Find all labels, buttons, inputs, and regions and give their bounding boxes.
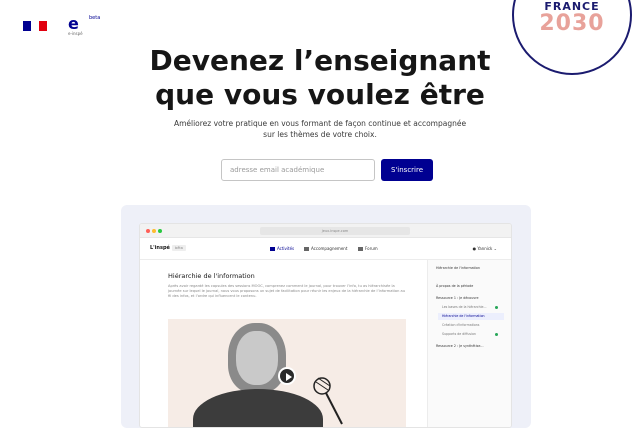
- nav-activites-label: Activités: [277, 246, 295, 251]
- subscribe-button[interactable]: S'inscrire: [381, 159, 433, 181]
- hero-title-line1: Devenez l’enseignant: [149, 44, 491, 77]
- close-dot-icon: [146, 229, 150, 233]
- hero-title: Devenez l’enseignant que vous voulez êtr…: [120, 44, 520, 112]
- nav-accompagnement-label: Accompagnement: [311, 246, 348, 251]
- nav-forum: Forum: [358, 246, 378, 251]
- people-icon: [304, 247, 309, 251]
- french-flag-icon: [23, 21, 47, 31]
- sidebar-group-1: Ressource 1 : Je découvre: [436, 296, 479, 300]
- sidebar-item-label: Les bases de la hiérarchie...: [442, 305, 487, 309]
- email-input[interactable]: [221, 159, 375, 181]
- presenter-body: [193, 389, 323, 427]
- sidebar-item-label: Hiérarchie de l'information: [442, 314, 485, 318]
- sidebar-item-label: Création d'informations: [442, 323, 480, 327]
- browser-chrome: jeux.inspe.com: [140, 224, 511, 238]
- sidebar-item: Supports de diffusion: [442, 331, 504, 338]
- logo-caption: e-inspé: [68, 31, 83, 36]
- user-menu: ● Yannick ⌄: [472, 246, 497, 251]
- forum-icon: [358, 247, 363, 251]
- sidebar-item: Les bases de la hiérarchie...: [442, 304, 504, 311]
- lesson-title: Hiérarchie de l'information: [168, 272, 255, 280]
- badge-year-text: 2030: [539, 11, 605, 36]
- maximize-dot-icon: [158, 229, 162, 233]
- sidebar-group-2: Ressource 2 : Je synthétise...: [436, 344, 484, 348]
- sidebar-item: Création d'informations: [442, 322, 504, 329]
- url-bar: jeux.inspe.com: [260, 227, 410, 235]
- sidebar-item: Hiérarchie de l'information: [438, 313, 504, 320]
- sidebar-section-title: À propos de la période: [436, 284, 474, 288]
- minimize-dot-icon: [152, 229, 156, 233]
- microphone-illustration-icon: [313, 377, 343, 425]
- lesson-sidebar: Hiérarchie de l'information À propos de …: [427, 260, 511, 427]
- hero-subtitle-line2: sur les thèmes de votre choix.: [263, 130, 377, 139]
- app-brand: L'inspé: [150, 245, 170, 251]
- completed-icon: [495, 306, 498, 309]
- sidebar-header: Hiérarchie de l'information: [436, 266, 480, 270]
- sidebar-item-label: Supports de diffusion: [442, 332, 476, 336]
- user-name: Yannick: [477, 246, 493, 251]
- app-nav: L'inspé bêta Activités Accompagnement Fo…: [140, 238, 511, 260]
- app-preview: jeux.inspe.com L'inspé bêta Activités Ac…: [139, 223, 512, 428]
- play-icon: [278, 367, 296, 385]
- completed-icon: [495, 333, 498, 336]
- app-brand-tag: bêta: [172, 245, 186, 251]
- video-player: [168, 319, 406, 427]
- hero-subtitle-line1: Améliorez votre pratique en vous formant…: [173, 119, 467, 128]
- hero-title-line2: que vous voulez être: [155, 78, 485, 111]
- activities-icon: [270, 247, 275, 251]
- beta-tag: beta: [89, 15, 101, 21]
- nav-accompagnement: Accompagnement: [304, 246, 347, 251]
- presenter-face: [236, 331, 278, 385]
- nav-activites: Activités: [270, 246, 294, 251]
- lesson-body: Après avoir regardé les capsules des ses…: [168, 284, 405, 298]
- france-2030-badge: FRANCE 2030: [512, 0, 632, 75]
- nav-forum-label: Forum: [365, 246, 378, 251]
- hero-subtitle: Améliorez votre pratique en vous formant…: [150, 118, 490, 140]
